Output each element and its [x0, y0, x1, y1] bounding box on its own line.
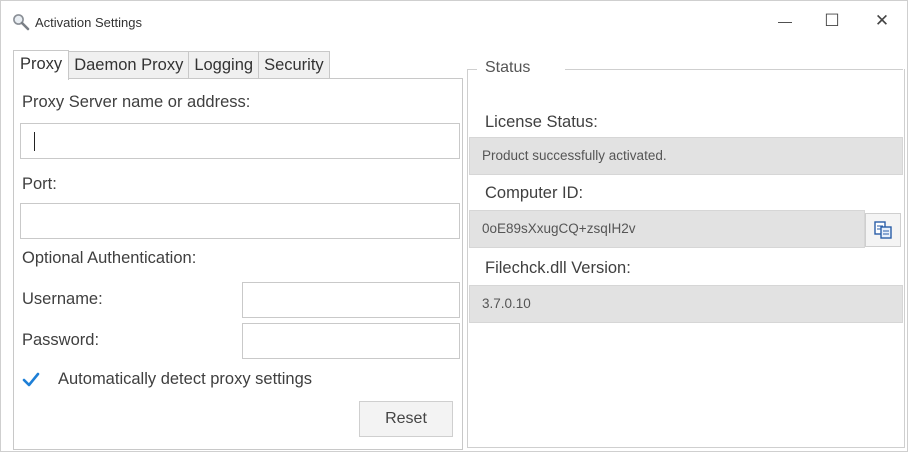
- password-input[interactable]: [242, 323, 460, 359]
- computer-id-label: Computer ID:: [485, 184, 584, 202]
- license-status-label: License Status:: [485, 113, 598, 131]
- license-status-field: Product successfully activated.: [469, 137, 903, 175]
- minimize-button[interactable]: —: [762, 1, 808, 41]
- port-label: Port:: [22, 175, 57, 193]
- optional-auth-label: Optional Authentication:: [22, 249, 197, 267]
- close-button[interactable]: ✕: [859, 1, 905, 41]
- dll-version-label: Filechck.dll Version:: [485, 259, 631, 277]
- proxy-tab-panel: Proxy Server name or address: Port: Opti…: [13, 78, 463, 450]
- magnifier-icon: [13, 14, 30, 31]
- proxy-server-label: Proxy Server name or address:: [22, 93, 251, 111]
- minimize-icon: —: [778, 13, 792, 29]
- copy-icon: [874, 221, 892, 239]
- username-label: Username:: [22, 290, 103, 308]
- tab-daemon-proxy[interactable]: Daemon Proxy: [68, 51, 190, 79]
- maximize-icon: ☐: [824, 11, 840, 30]
- title-bar: Activation Settings — ☐ ✕: [1, 1, 907, 41]
- window-title: Activation Settings: [35, 15, 142, 30]
- activation-settings-window: Activation Settings — ☐ ✕ Proxy Daemon P…: [0, 0, 908, 452]
- text-caret: [34, 132, 35, 151]
- tab-strip: Proxy Daemon Proxy Logging Security: [13, 50, 330, 80]
- tab-logging[interactable]: Logging: [188, 51, 260, 79]
- status-group-title: Status: [485, 59, 531, 76]
- reset-button[interactable]: Reset: [359, 401, 453, 437]
- dll-version-field: 3.7.0.10: [469, 285, 903, 323]
- autodetect-label: Automatically detect proxy settings: [58, 370, 313, 388]
- proxy-server-input[interactable]: [20, 123, 460, 159]
- username-input[interactable]: [242, 282, 460, 318]
- port-input[interactable]: [20, 203, 460, 239]
- autodetect-checkbox[interactable]: Automatically detect proxy settings: [14, 365, 374, 395]
- maximize-button[interactable]: ☐: [809, 1, 855, 41]
- copy-computer-id-button[interactable]: [865, 213, 901, 247]
- checkmark-icon: [22, 372, 40, 387]
- computer-id-field: 0oE89sXxugCQ+zsqIH2v: [469, 210, 865, 248]
- settings-tabs-pane: Proxy Daemon Proxy Logging Security Prox…: [9, 41, 463, 450]
- close-icon: ✕: [874, 11, 890, 30]
- group-border: [467, 69, 477, 70]
- password-label: Password:: [22, 331, 100, 349]
- group-border: [565, 69, 903, 70]
- tab-proxy[interactable]: Proxy: [13, 50, 70, 80]
- tab-security[interactable]: Security: [258, 51, 330, 79]
